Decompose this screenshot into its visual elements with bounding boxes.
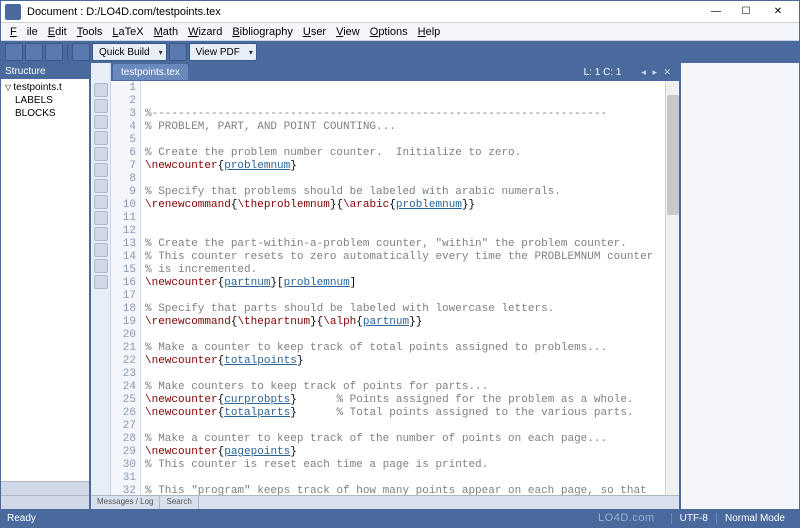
menu-help[interactable]: Help [413, 26, 446, 38]
window-controls: — ☐ ✕ [701, 3, 795, 21]
tab-testpoints[interactable]: testpoints.tex [113, 64, 188, 80]
symbol-icon[interactable] [94, 163, 108, 177]
sidebar-tab-2[interactable] [1, 495, 89, 509]
toolbar-run-icon[interactable] [72, 43, 90, 61]
window-title: Document : D:/LO4D.com/testpoints.tex [27, 6, 701, 18]
status-encoding: UTF-8 [671, 513, 716, 524]
main-window: Document : D:/LO4D.com/testpoints.tex — … [0, 0, 800, 528]
editor-body: 1234567891011121314151617181920212223242… [91, 81, 679, 495]
statusbar: Ready LO4D.com UTF-8 Normal Mode [1, 509, 799, 527]
toolbar-new-icon[interactable] [5, 43, 23, 61]
toolbar-save-icon[interactable] [45, 43, 63, 61]
symbol-column [91, 81, 111, 495]
symbol-icon[interactable] [94, 259, 108, 273]
status-mode: Normal Mode [716, 513, 793, 524]
symbol-icon[interactable] [94, 227, 108, 241]
menu-math[interactable]: Math [149, 26, 183, 38]
minimize-button[interactable]: — [701, 3, 731, 21]
symbol-icon[interactable] [94, 275, 108, 289]
menu-edit[interactable]: Edit [43, 26, 72, 38]
watermark: LO4D.com [598, 512, 655, 524]
code-editor[interactable]: %---------------------------------------… [141, 81, 665, 495]
viewer-dropdown[interactable]: View PDF [189, 43, 257, 61]
menu-options[interactable]: Options [365, 26, 413, 38]
toolbar: Quick Build View PDF [1, 41, 799, 63]
msgtab-search[interactable]: Search [160, 496, 198, 509]
build-dropdown[interactable]: Quick Build [92, 43, 167, 61]
right-panel [679, 63, 799, 509]
tree-item-root[interactable]: testpoints.t [3, 81, 87, 94]
symbol-icon[interactable] [94, 243, 108, 257]
toolbar-separator [67, 44, 68, 60]
menu-latex[interactable]: LaTeX [107, 26, 148, 38]
symbol-icon[interactable] [94, 115, 108, 129]
app-icon [5, 4, 21, 20]
cursor-position: L: 1 C: 1 [584, 67, 642, 78]
symbol-icon[interactable] [94, 211, 108, 225]
symbol-icon[interactable] [94, 131, 108, 145]
symbol-icon[interactable] [94, 147, 108, 161]
editor-icon-column-header [91, 63, 111, 81]
close-button[interactable]: ✕ [761, 3, 795, 21]
sidebar: Structure testpoints.t LABELS BLOCKS [1, 63, 91, 509]
menu-user[interactable]: User [298, 26, 331, 38]
sidebar-bottom-tabs [1, 481, 89, 509]
titlebar[interactable]: Document : D:/LO4D.com/testpoints.tex — … [1, 1, 799, 23]
sidebar-header: Structure [1, 63, 89, 79]
symbol-icon[interactable] [94, 179, 108, 193]
sidebar-tab-1[interactable] [1, 481, 89, 495]
msgtab-log[interactable]: Messages / Log [91, 496, 160, 509]
menu-wizard[interactable]: Wizard [183, 26, 227, 38]
tree-item-labels[interactable]: LABELS [3, 94, 87, 107]
message-tabs: Messages / Log Search [91, 495, 679, 509]
main-area: Structure testpoints.t LABELS BLOCKS tes… [1, 63, 799, 509]
menu-tools[interactable]: Tools [72, 26, 108, 38]
line-number-gutter: 1234567891011121314151617181920212223242… [111, 81, 141, 495]
menubar: File Edit Tools LaTeX Math Wizard Biblio… [1, 23, 799, 41]
symbol-icon[interactable] [94, 83, 108, 97]
symbol-icon[interactable] [94, 195, 108, 209]
editor-tabs: testpoints.tex L: 1 C: 1 ◂ ▸ ✕ [111, 63, 679, 81]
symbol-icon[interactable] [94, 99, 108, 113]
vertical-scrollbar[interactable] [665, 81, 679, 495]
scrollbar-thumb[interactable] [667, 95, 679, 215]
toolbar-view-icon[interactable] [169, 43, 187, 61]
tree-item-blocks[interactable]: BLOCKS [3, 107, 87, 120]
menu-file[interactable]: File [5, 26, 43, 38]
toolbar-open-icon[interactable] [25, 43, 43, 61]
maximize-button[interactable]: ☐ [731, 3, 761, 21]
editor-area: testpoints.tex L: 1 C: 1 ◂ ▸ ✕ [91, 63, 679, 509]
menu-bibliography[interactable]: Bibliography [227, 26, 298, 38]
menu-view[interactable]: View [331, 26, 365, 38]
tab-nav-icons[interactable]: ◂ ▸ ✕ [641, 67, 679, 78]
status-ready: Ready [7, 513, 36, 524]
structure-tree[interactable]: testpoints.t LABELS BLOCKS [1, 79, 89, 481]
